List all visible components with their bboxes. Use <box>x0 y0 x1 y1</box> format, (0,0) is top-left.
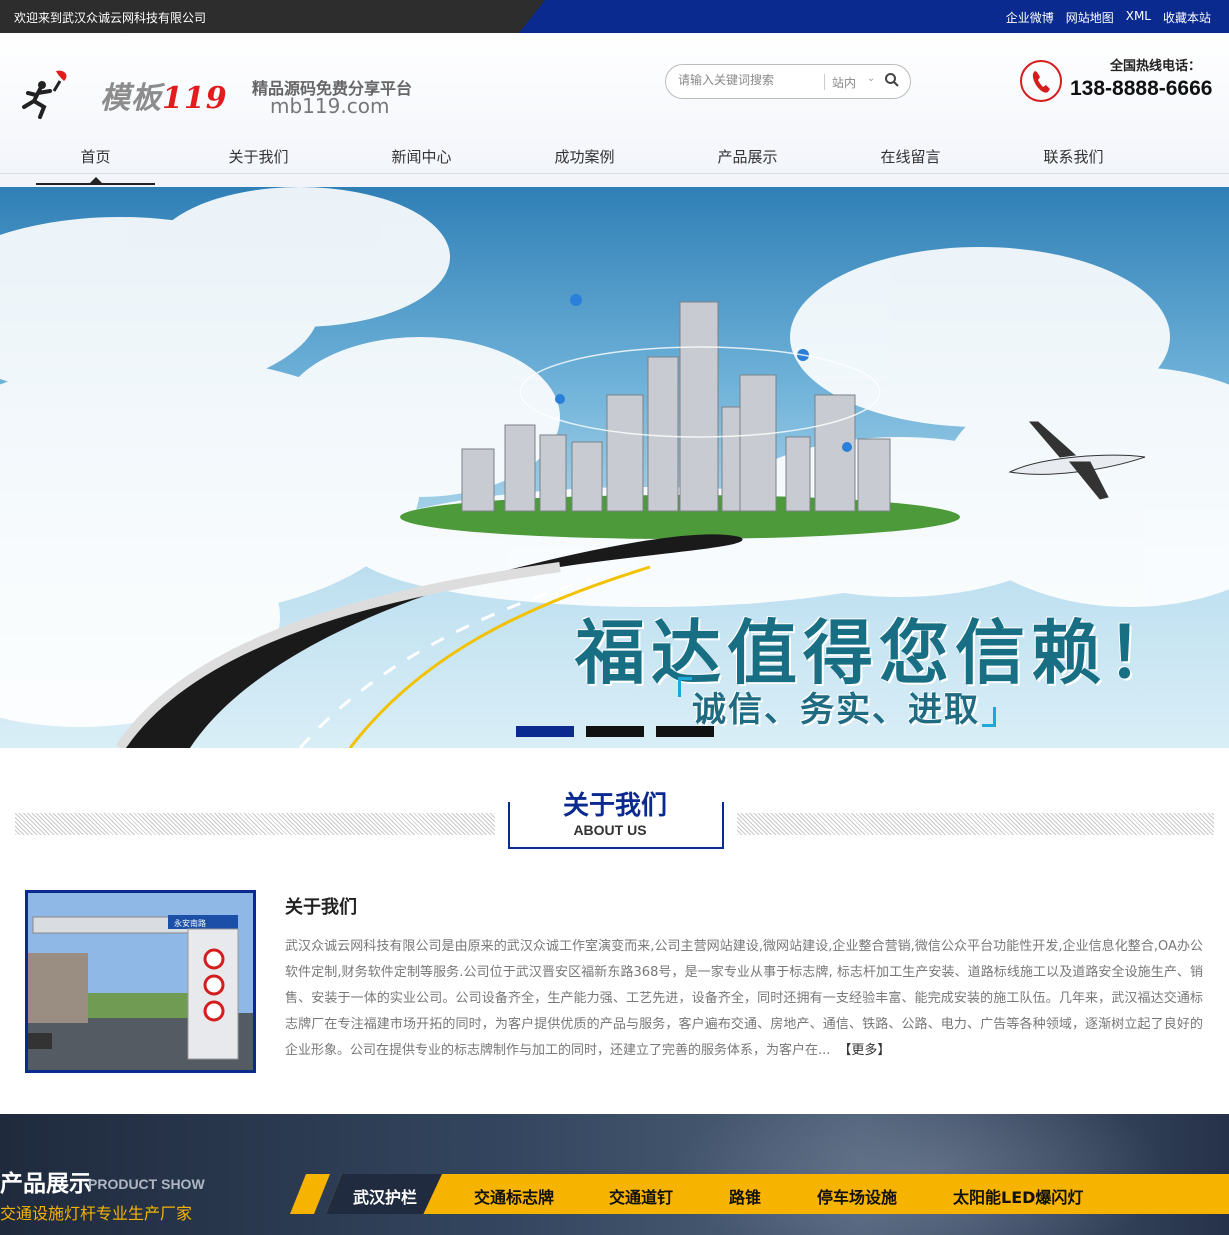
search-input[interactable] <box>678 73 818 87</box>
search-box: 站内 ⌄ <box>665 64 911 99</box>
logo-wordmark[interactable]: 模板119 <box>100 73 228 117</box>
nav-cases[interactable]: 成功案例 <box>503 146 666 176</box>
search-divider <box>824 74 825 90</box>
slider-dot-2[interactable] <box>586 726 644 737</box>
about-section-en: ABOUT US <box>573 822 647 838</box>
banner-bracket-left <box>678 677 692 697</box>
nav-about[interactable]: 关于我们 <box>177 146 340 176</box>
slider-dot-1[interactable] <box>516 726 574 737</box>
tab-road-studs[interactable]: 交通道钉 <box>609 1184 673 1208</box>
nav-home[interactable]: 首页 <box>14 146 177 185</box>
link-bookmark[interactable]: 收藏本站 <box>1163 9 1211 26</box>
products-subtitle: 交通设施灯杆专业生产厂家 <box>0 1204 193 1223</box>
section-hatch-left <box>15 813 495 835</box>
product-tabs: 武汉护栏 交通标志牌 交通道钉 路锥 停车场设施 太阳能LED爆闪灯 <box>290 1174 1229 1214</box>
top-bar: 欢迎来到武汉众诚云网科技有限公司 企业微博 网站地图 XML 收藏本站 <box>0 0 1229 33</box>
tab-traffic-cones[interactable]: 路锥 <box>729 1184 761 1208</box>
tab-traffic-signs[interactable]: 交通标志牌 <box>474 1184 554 1208</box>
torch-runner-logo-icon[interactable] <box>20 67 72 119</box>
products-section: 产品展示 PRODUCT SHOW 交通设施灯杆专业生产厂家 武汉护栏 交通标志… <box>0 1114 1229 1235</box>
banner-bracket-right <box>982 707 996 727</box>
street-sign-photo: 永安南路 <box>28 893 253 1070</box>
tabs-slash-decoration <box>290 1174 330 1214</box>
search-icon[interactable] <box>884 72 900 88</box>
nav-products[interactable]: 产品展示 <box>666 146 829 176</box>
products-title: 产品展示 <box>0 1171 92 1197</box>
about-section-title: 关于我们 <box>555 785 675 822</box>
about-body: 武汉众诚云网科技有限公司是由原来的武汉众诚工作室演变而来,公司主营网站建设,微网… <box>285 939 1203 1058</box>
top-links: 企业微博 网站地图 XML 收藏本站 <box>1006 9 1211 26</box>
nav-contact[interactable]: 联系我们 <box>992 146 1155 176</box>
more-link[interactable]: 【更多】 <box>838 1043 890 1058</box>
search-scope-select[interactable]: 站内 <box>832 74 856 91</box>
banner-subtitle: 诚信、务实、进取 <box>692 690 980 730</box>
about-heading: 关于我们 <box>285 897 357 918</box>
link-sitemap[interactable]: 网站地图 <box>1066 9 1114 26</box>
chevron-down-icon[interactable]: ⌄ <box>867 73 875 84</box>
link-xml[interactable]: XML <box>1126 9 1151 26</box>
slider-dots <box>516 726 714 737</box>
logo-number: 119 <box>162 81 228 116</box>
slider-dot-3[interactable] <box>656 726 714 737</box>
hero-banner[interactable]: 福达值得您信赖！ 诚信、务实、进取 <box>0 187 1229 748</box>
phone-icon <box>1020 60 1062 102</box>
logo-url: mb119.com <box>270 94 390 118</box>
tab-solar-led-flasher[interactable]: 太阳能LED爆闪灯 <box>953 1184 1083 1208</box>
hotline-number: 138-8888-6666 <box>1070 77 1213 100</box>
section-hatch-right <box>737 813 1214 835</box>
link-weibo[interactable]: 企业微博 <box>1006 9 1054 26</box>
about-photo[interactable]: 永安南路 <box>25 890 256 1073</box>
photo-sign-text: 永安南路 <box>174 918 206 928</box>
main-nav: 首页 关于我们 新闻中心 成功案例 产品展示 在线留言 联系我们 <box>14 146 1174 185</box>
tabs-bar <box>326 1174 1229 1214</box>
tab-parking-facilities[interactable]: 停车场设施 <box>817 1184 897 1208</box>
hotline-label: 全国热线电话： <box>1110 59 1202 74</box>
nav-news[interactable]: 新闻中心 <box>340 146 503 176</box>
tab-guardrail[interactable]: 武汉护栏 <box>353 1184 417 1208</box>
welcome-text: 欢迎来到武汉众诚云网科技有限公司 <box>14 11 207 25</box>
nav-divider <box>0 173 1229 174</box>
header: 模板119 精品源码免费分享平台 mb119.com 站内 ⌄ 全国热线电话： … <box>0 33 1229 187</box>
nav-message[interactable]: 在线留言 <box>829 146 992 176</box>
products-title-en: PRODUCT SHOW <box>88 1176 205 1192</box>
logo-main-text: 模板 <box>100 81 162 116</box>
about-text: 武汉众诚云网科技有限公司是由原来的武汉众诚工作室演变而来,公司主营网站建设,微网… <box>285 934 1203 1064</box>
